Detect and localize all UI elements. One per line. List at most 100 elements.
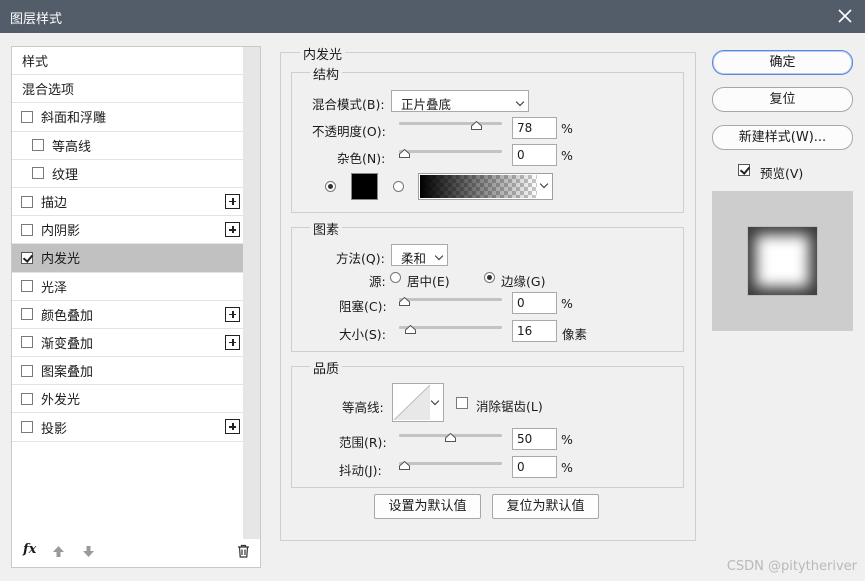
- slider-thumb-icon[interactable]: [470, 121, 482, 130]
- ok-button[interactable]: 确定: [712, 50, 853, 75]
- noise-slider[interactable]: [399, 149, 502, 158]
- source-edge-radio[interactable]: [484, 272, 495, 283]
- slider-thumb-icon[interactable]: [399, 149, 410, 158]
- contour-label: 等高线:: [342, 400, 384, 415]
- slider-thumb-icon[interactable]: [445, 433, 456, 442]
- source-center-radio[interactable]: [390, 272, 401, 283]
- choke-input[interactable]: 0: [512, 292, 557, 314]
- style-item-checkbox[interactable]: [32, 139, 44, 152]
- close-icon[interactable]: [833, 4, 857, 28]
- set-default-button[interactable]: 设置为默认值: [374, 494, 481, 519]
- style-item[interactable]: 混合选项: [12, 75, 243, 104]
- elements-title: 图素: [310, 219, 343, 238]
- style-item-checkbox[interactable]: [21, 364, 33, 377]
- style-item-label: 样式: [22, 55, 49, 71]
- blend-mode-value: 正片叠底: [401, 97, 452, 112]
- blend-mode-select[interactable]: 正片叠底: [391, 90, 529, 112]
- style-item-label: 内阴影: [41, 224, 81, 240]
- style-item[interactable]: 渐变叠加: [12, 329, 243, 358]
- style-item[interactable]: 内发光: [12, 244, 243, 273]
- noise-input[interactable]: 0: [512, 144, 557, 166]
- new-style-button[interactable]: 新建样式(W)...: [712, 125, 853, 150]
- preview-label[interactable]: 预览(V): [760, 163, 803, 182]
- slider-thumb-icon[interactable]: [399, 297, 410, 306]
- style-item-checkbox[interactable]: [21, 392, 33, 405]
- range-slider[interactable]: [399, 433, 502, 442]
- trash-icon[interactable]: [237, 544, 250, 558]
- preview-checkbox[interactable]: [738, 164, 750, 176]
- style-item[interactable]: 斜面和浮雕: [12, 103, 243, 132]
- window-title: 图层样式: [10, 12, 63, 27]
- solid-color-radio[interactable]: [325, 181, 336, 192]
- choke-slider[interactable]: [399, 297, 502, 306]
- style-item[interactable]: 颜色叠加: [12, 301, 243, 329]
- style-preview: [712, 191, 853, 331]
- technique-select[interactable]: 柔和: [391, 244, 448, 266]
- gradient-radio[interactable]: [393, 181, 404, 192]
- size-label: 大小(S):: [339, 327, 386, 342]
- slider-thumb-icon[interactable]: [399, 461, 410, 470]
- gradient-picker[interactable]: [418, 173, 553, 200]
- reset-default-button[interactable]: 复位为默认值: [492, 494, 599, 519]
- style-item[interactable]: 投影: [12, 413, 243, 442]
- style-item[interactable]: 样式: [12, 47, 243, 76]
- add-effect-icon[interactable]: [225, 334, 240, 350]
- glow-color-swatch[interactable]: [351, 173, 378, 200]
- style-item[interactable]: 外发光: [12, 385, 243, 414]
- style-item-checkbox[interactable]: [21, 280, 33, 293]
- opacity-unit: %: [561, 121, 573, 136]
- antialias-label[interactable]: 消除锯齿(L): [476, 396, 543, 415]
- noise-unit: %: [561, 148, 573, 163]
- style-item-label: 等高线: [52, 139, 92, 155]
- style-item[interactable]: 纹理: [12, 160, 243, 188]
- move-up-icon[interactable]: [52, 545, 65, 558]
- add-effect-icon[interactable]: [225, 306, 240, 322]
- add-effect-icon[interactable]: [225, 419, 240, 435]
- style-item-checkbox[interactable]: [21, 223, 33, 236]
- contour-picker[interactable]: [392, 383, 444, 422]
- blend-mode-label: 混合模式(B):: [312, 97, 385, 112]
- fx-button[interactable]: fx: [23, 542, 36, 557]
- add-effect-icon[interactable]: [225, 222, 240, 238]
- styles-scrollbar[interactable]: [243, 47, 260, 539]
- style-item-label: 光泽: [41, 280, 68, 296]
- style-item-label: 投影: [41, 421, 68, 437]
- inner-glow-title: 内发光: [300, 44, 346, 63]
- size-input[interactable]: 16: [512, 320, 557, 342]
- jitter-input[interactable]: 0: [512, 456, 557, 478]
- move-down-icon[interactable]: [82, 545, 95, 558]
- style-item-checkbox[interactable]: [21, 110, 33, 123]
- style-item[interactable]: 图案叠加: [12, 357, 243, 386]
- style-item[interactable]: 光泽: [12, 273, 243, 301]
- source-center-label[interactable]: 居中(E): [407, 271, 450, 290]
- opacity-input[interactable]: 78: [512, 117, 557, 139]
- style-item-checkbox[interactable]: [21, 308, 33, 321]
- opacity-label: 不透明度(O):: [312, 124, 386, 139]
- style-item-label: 图案叠加: [41, 365, 94, 381]
- opacity-slider[interactable]: [399, 121, 502, 130]
- jitter-slider[interactable]: [399, 461, 502, 470]
- range-label: 范围(R):: [339, 435, 387, 450]
- style-item-checkbox[interactable]: [21, 336, 33, 349]
- style-item-checkbox[interactable]: [32, 167, 44, 180]
- choke-label: 阻塞(C):: [339, 299, 387, 314]
- jitter-unit: %: [561, 460, 573, 475]
- style-item-checkbox[interactable]: [21, 421, 33, 434]
- style-item[interactable]: 等高线: [12, 132, 243, 160]
- chevron-down-icon: [434, 251, 444, 261]
- reset-button[interactable]: 复位: [712, 87, 853, 112]
- slider-thumb-icon[interactable]: [404, 325, 416, 334]
- style-item-checkbox[interactable]: [21, 195, 33, 208]
- size-slider[interactable]: [399, 325, 502, 334]
- style-item[interactable]: 描边: [12, 188, 243, 217]
- style-item-checkbox[interactable]: [21, 251, 33, 264]
- style-item[interactable]: 内阴影: [12, 216, 243, 245]
- style-item-label: 混合选项: [22, 83, 75, 99]
- structure-title: 结构: [310, 64, 343, 83]
- antialias-checkbox[interactable]: [456, 397, 468, 409]
- add-effect-icon[interactable]: [225, 193, 240, 209]
- source-edge-label[interactable]: 边缘(G): [501, 271, 545, 290]
- range-input[interactable]: 50: [512, 428, 557, 450]
- technique-value: 柔和: [401, 251, 427, 266]
- watermark: CSDN @pitytheriver: [726, 559, 857, 574]
